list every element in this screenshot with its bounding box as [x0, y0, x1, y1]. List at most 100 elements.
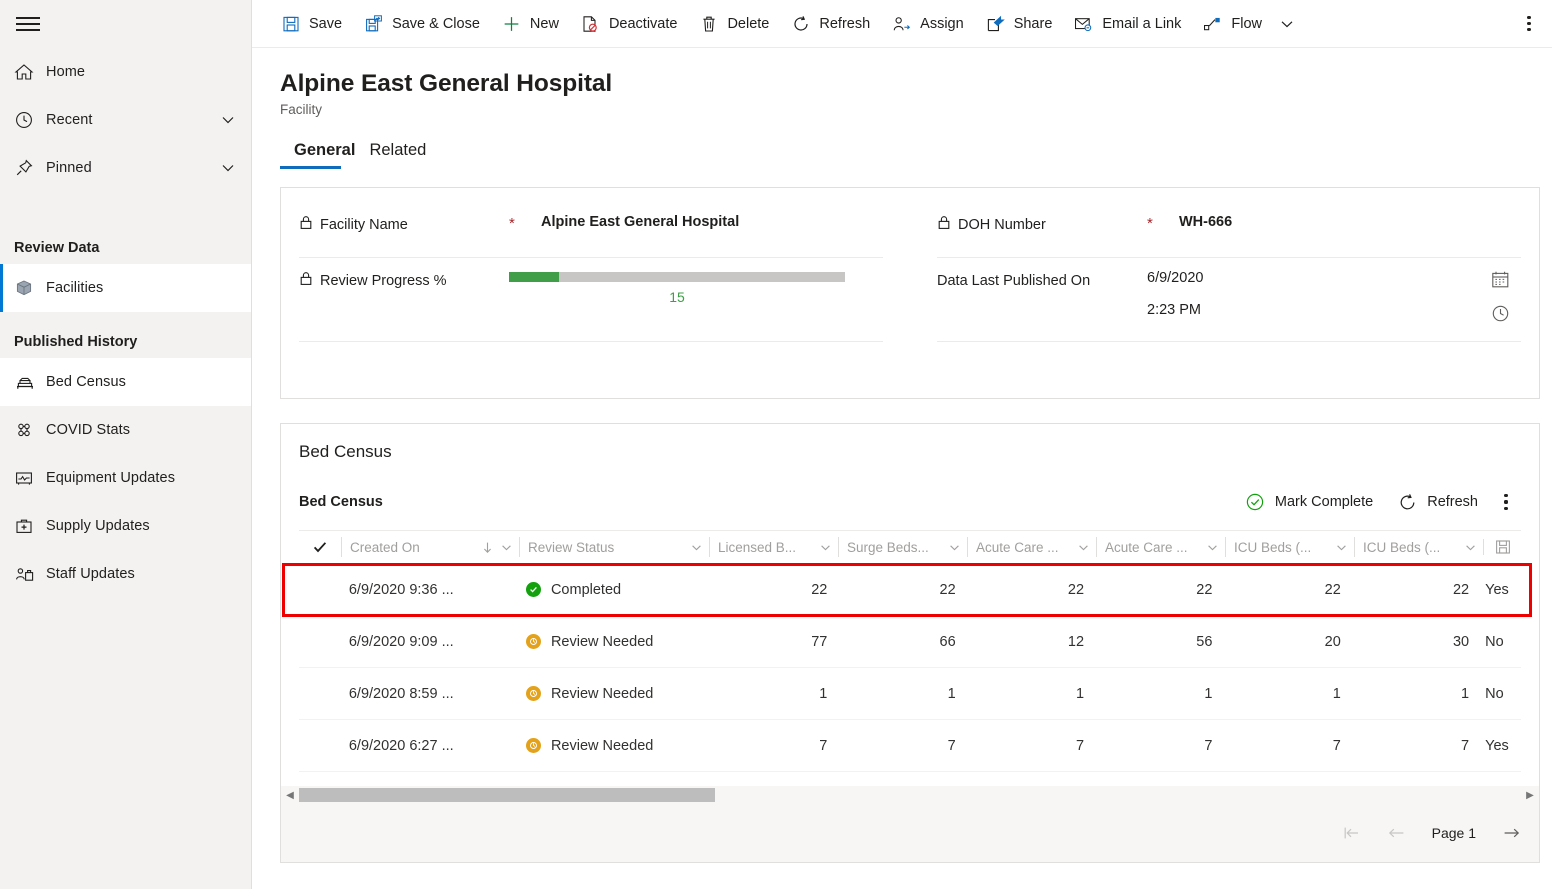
chevron-down-icon[interactable]	[217, 160, 239, 176]
doh-number-label-wrap: DOH Number	[937, 214, 1147, 236]
sidebar-item-home[interactable]: Home	[0, 48, 251, 96]
column-header-created-on[interactable]: Created On	[341, 537, 519, 557]
sidebar-item-staff-updates[interactable]: Staff Updates	[0, 550, 251, 598]
command-label: Email a Link	[1102, 16, 1181, 32]
doh-number-value[interactable]: WH-666	[1179, 214, 1521, 230]
save-button[interactable]: Save	[270, 4, 353, 44]
delete-button[interactable]: Delete	[688, 4, 780, 44]
grid-refresh-button[interactable]: Refresh	[1386, 486, 1489, 518]
new-button[interactable]: New	[491, 4, 570, 44]
equipment-icon	[14, 468, 46, 488]
status-pending-icon	[526, 634, 541, 649]
scrollbar-track[interactable]	[299, 786, 1521, 804]
sidebar: Home Recent Pinned Review Data	[0, 0, 252, 889]
lock-icon	[937, 215, 951, 230]
cell-icu-beds-1: 22	[1220, 582, 1348, 598]
tab-related[interactable]: Related	[355, 139, 440, 169]
refresh-button[interactable]: Refresh	[780, 4, 881, 44]
subgrid-title: Bed Census	[299, 494, 383, 510]
grid-section-title: Bed Census	[281, 424, 1539, 462]
grid-overflow-button[interactable]	[1491, 486, 1521, 518]
field-label: Review Progress %	[320, 270, 447, 292]
clock-icon	[14, 110, 46, 130]
data-last-published-value[interactable]: 6/9/2020 2:23 PM	[1147, 270, 1479, 318]
table-row[interactable]: 6/9/2020 9:09 ... Review Needed 77 66 12…	[299, 616, 1521, 668]
deactivate-button[interactable]: Deactivate	[570, 4, 689, 44]
sidebar-item-bed-census[interactable]: Bed Census	[0, 358, 251, 406]
scroll-right-icon[interactable]: ▶	[1521, 790, 1539, 801]
plus-icon	[502, 14, 521, 33]
cell-review-status: Completed	[518, 582, 707, 598]
column-header-acute-care-1[interactable]: Acute Care ...	[967, 537, 1096, 557]
sidebar-item-supply-updates[interactable]: Supply Updates	[0, 502, 251, 550]
flow-chevron-down-icon[interactable]	[1273, 16, 1301, 32]
command-label: Save	[309, 16, 342, 32]
assign-button[interactable]: Assign	[881, 4, 975, 44]
page-previous-icon[interactable]	[1387, 825, 1406, 841]
page-first-icon[interactable]	[1342, 825, 1361, 841]
table-row[interactable]: 6/9/2020 9:36 ... Completed 22 22 22 22 …	[299, 564, 1521, 616]
sidebar-item-label: COVID Stats	[46, 422, 239, 438]
column-header-icu-beds-2[interactable]: ICU Beds (...	[1354, 537, 1483, 557]
published-time-value[interactable]: 2:23 PM	[1147, 302, 1479, 318]
column-header-surge-beds[interactable]: Surge Beds...	[838, 537, 967, 557]
cell-acute-care-1: 7	[964, 738, 1092, 754]
action-label: Refresh	[1427, 494, 1478, 510]
lock-icon	[299, 215, 313, 230]
staff-icon	[14, 564, 46, 584]
cell-created-on: 6/9/2020 9:09 ...	[341, 634, 518, 650]
sidebar-item-pinned[interactable]: Pinned	[0, 144, 251, 192]
published-date-value[interactable]: 6/9/2020	[1147, 270, 1479, 286]
chevron-down-icon[interactable]	[217, 112, 239, 128]
sidebar-item-recent[interactable]: Recent	[0, 96, 251, 144]
bed-census-grid-card: Bed Census Bed Census Mark Complete	[280, 423, 1540, 863]
select-all-checkbox[interactable]	[299, 539, 341, 555]
column-header-licensed-beds[interactable]: Licensed B...	[709, 537, 838, 557]
sidebar-item-label: Recent	[46, 112, 217, 128]
hamburger-menu-button[interactable]	[0, 0, 251, 48]
status-label: Review Needed	[551, 634, 653, 650]
share-button[interactable]: Share	[975, 4, 1064, 44]
share-icon	[986, 14, 1005, 33]
mark-complete-button[interactable]: Mark Complete	[1234, 486, 1384, 518]
email-a-link-button[interactable]: Email a Link	[1063, 4, 1192, 44]
check-circle-icon	[1245, 492, 1265, 512]
sidebar-item-label: Facilities	[46, 280, 239, 296]
flow-button[interactable]: Flow	[1192, 4, 1273, 44]
sidebar-item-covid-stats[interactable]: COVID Stats	[0, 406, 251, 454]
column-header-icu-beds-1[interactable]: ICU Beds (...	[1225, 537, 1354, 557]
clock-icon[interactable]	[1491, 304, 1510, 323]
sidebar-item-facilities[interactable]: Facilities	[0, 264, 251, 312]
sort-controls	[481, 541, 513, 554]
sidebar-item-equipment-updates[interactable]: Equipment Updates	[0, 454, 251, 502]
entity-cube-icon	[14, 278, 46, 298]
column-header-acute-care-2[interactable]: Acute Care ...	[1096, 537, 1225, 557]
chevron-down-icon	[1077, 541, 1090, 554]
save-and-close-button[interactable]: Save & Close	[353, 4, 491, 44]
chevron-down-icon	[948, 541, 961, 554]
facility-name-value[interactable]: Alpine East General Hospital	[541, 214, 883, 230]
cell-icu-beds-1: 1	[1220, 686, 1348, 702]
calendar-icon[interactable]	[1491, 270, 1510, 289]
chevron-down-icon	[690, 541, 703, 554]
column-header-review-status[interactable]: Review Status	[519, 537, 709, 557]
more-vertical-icon	[1504, 494, 1507, 510]
scroll-left-icon[interactable]: ◀	[281, 790, 299, 801]
save-column-button[interactable]	[1483, 539, 1521, 555]
command-label: Refresh	[819, 16, 870, 32]
checkmark-icon	[312, 539, 328, 555]
table-row[interactable]: 6/9/2020 8:59 ... Review Needed 1 1 1 1 …	[299, 668, 1521, 720]
hamburger-icon	[16, 13, 40, 35]
grid-horizontal-scrollbar[interactable]: ◀ ▶	[281, 786, 1539, 804]
column-label: ICU Beds (...	[1234, 540, 1311, 555]
page-next-icon[interactable]	[1502, 825, 1521, 841]
sidebar-item-label: Home	[46, 64, 239, 80]
cell-acute-care-2: 22	[1092, 582, 1220, 598]
subgrid-header: Bed Census Mark Complete Refresh	[281, 462, 1539, 518]
command-bar-overflow-button[interactable]	[1512, 4, 1546, 44]
email-link-icon	[1074, 14, 1093, 33]
table-header-row: Created On Review Status Licensed B...	[299, 530, 1521, 564]
column-label: Licensed B...	[718, 540, 796, 555]
scrollbar-thumb[interactable]	[299, 788, 715, 802]
table-row[interactable]: 6/9/2020 6:27 ... Review Needed 7 7 7 7 …	[299, 720, 1521, 772]
